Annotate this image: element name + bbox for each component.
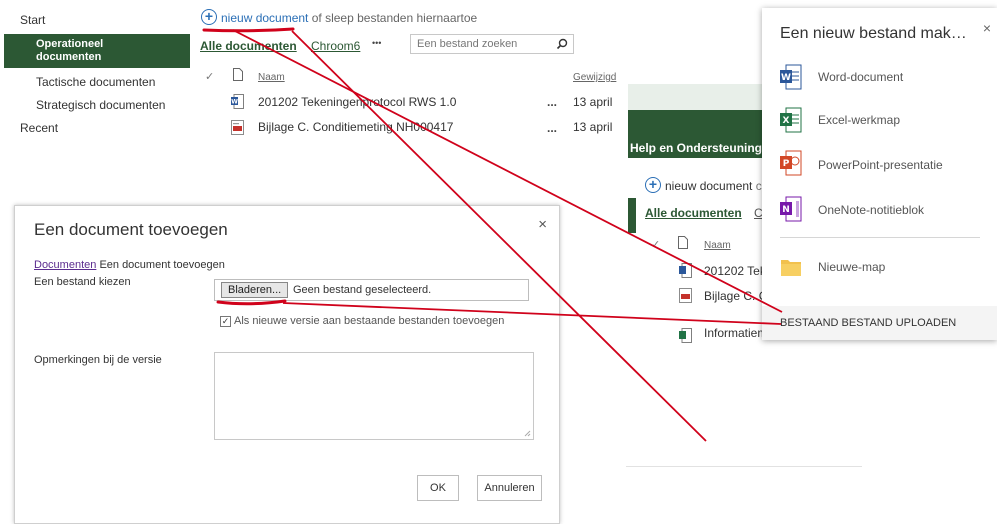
underline-browse	[216, 299, 287, 306]
arrow-line-browse-to-upload	[282, 302, 782, 325]
arrow-line-to-ok	[291, 30, 707, 442]
underline-new-document	[202, 27, 295, 33]
arrow-line-to-flyout	[232, 29, 783, 313]
annotation-overlay	[202, 27, 783, 442]
